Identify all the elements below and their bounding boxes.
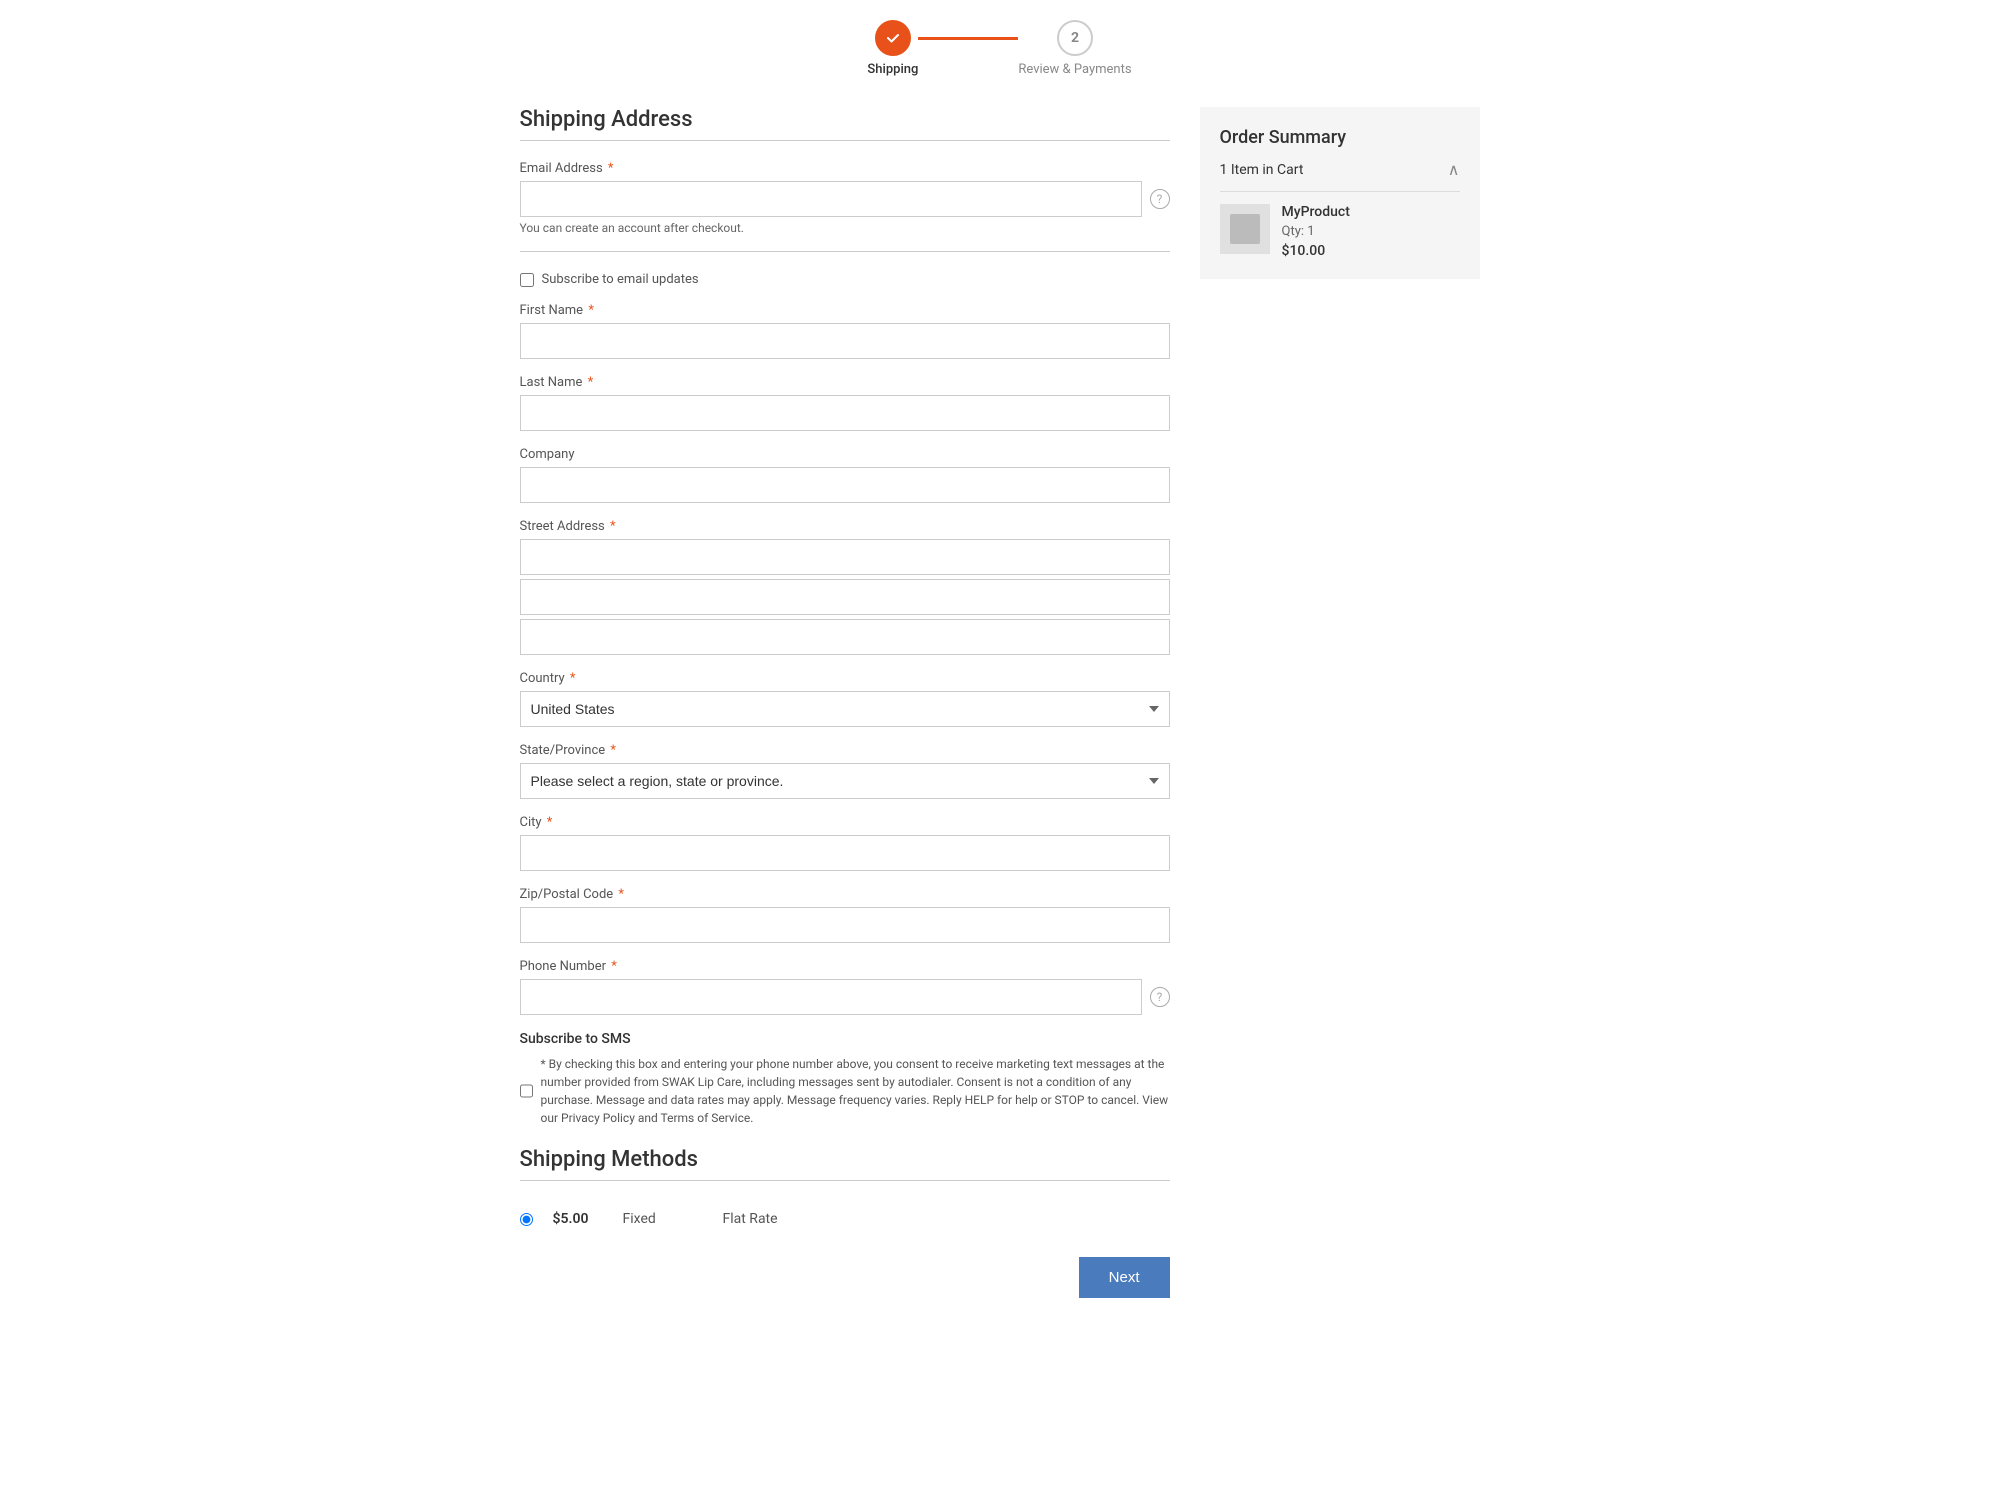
phone-required-marker: * [611,959,617,974]
cart-item-image [1220,204,1270,254]
last-name-required-marker: * [588,375,594,390]
shipping-method-type: Flat Rate [723,1211,778,1227]
first-name-label: First Name * [520,303,1170,318]
email-field-group: Email Address * ? You can create an acco… [520,161,1170,235]
cart-item-name: MyProduct [1282,204,1460,220]
street-input-3[interactable] [520,619,1170,655]
company-label: Company [520,447,1170,462]
step-1-label: Shipping [867,62,918,77]
shipping-method-radio[interactable] [520,1213,533,1226]
sms-checkbox[interactable] [520,1084,533,1098]
state-label: State/Province * [520,743,1170,758]
cart-item-details: MyProduct Qty: 1 $10.00 [1282,204,1460,259]
form-section: Shipping Address Email Address * ? You c… [520,107,1170,1298]
street-input-2[interactable] [520,579,1170,615]
email-required-marker: * [608,161,614,176]
cart-item-qty: Qty: 1 [1282,224,1460,239]
shipping-method-price: $5.00 [553,1211,603,1227]
divider-2 [520,251,1170,252]
sms-section: Subscribe to SMS * By checking this box … [520,1031,1170,1127]
email-label: Email Address * [520,161,1170,176]
order-summary-title: Order Summary [1220,127,1460,148]
street-fields-wrapper [520,539,1170,655]
section-divider [520,140,1170,141]
cart-toggle-icon[interactable]: ∧ [1448,160,1460,179]
phone-label: Phone Number * [520,959,1170,974]
street-field-group: Street Address * [520,519,1170,655]
step-line-1 [918,37,1018,40]
step-2: 2 Review & Payments [1018,20,1131,77]
email-input[interactable] [520,181,1142,217]
subscribe-email-label: Subscribe to email updates [542,272,699,287]
step-1-circle [875,20,911,56]
phone-field-group: Phone Number * ? [520,959,1170,1015]
shipping-methods-title: Shipping Methods [520,1147,1170,1172]
city-label: City * [520,815,1170,830]
company-field-group: Company [520,447,1170,503]
button-row: Next [520,1257,1170,1298]
first-name-field-group: First Name * [520,303,1170,359]
email-help-icon[interactable]: ? [1150,189,1170,209]
step-2-label: Review & Payments [1018,62,1131,77]
state-required-marker: * [610,743,616,758]
country-required-marker: * [570,671,576,686]
last-name-input[interactable] [520,395,1170,431]
cart-header: 1 Item in Cart ∧ [1220,160,1460,192]
section-title: Shipping Address [520,107,1170,132]
first-name-required-marker: * [588,303,594,318]
email-input-wrapper: ? [520,181,1170,217]
city-input[interactable] [520,835,1170,871]
step-2-circle: 2 [1057,20,1093,56]
step-1: Shipping [867,20,918,77]
city-field-group: City * [520,815,1170,871]
cart-item: MyProduct Qty: 1 $10.00 [1220,204,1460,259]
zip-required-marker: * [618,887,624,902]
first-name-input[interactable] [520,323,1170,359]
phone-help-icon[interactable]: ? [1150,987,1170,1007]
subscribe-email-checkbox[interactable] [520,273,534,287]
phone-input[interactable] [520,979,1142,1015]
order-summary: Order Summary 1 Item in Cart ∧ MyProduct… [1200,107,1480,279]
street-input-1[interactable] [520,539,1170,575]
last-name-label: Last Name * [520,375,1170,390]
subscribe-email-row: Subscribe to email updates [520,272,1170,287]
cart-item-image-inner [1230,214,1260,244]
zip-field-group: Zip/Postal Code * [520,887,1170,943]
zip-input[interactable] [520,907,1170,943]
sms-title: Subscribe to SMS [520,1031,1170,1047]
shipping-method-row: $5.00 Fixed Flat Rate [520,1201,1170,1237]
sidebar-section: Order Summary 1 Item in Cart ∧ MyProduct… [1200,107,1480,279]
progress-steps: Shipping 2 Review & Payments [520,20,1480,77]
street-required-marker: * [610,519,616,534]
phone-input-wrapper: ? [520,979,1170,1015]
next-button[interactable]: Next [1079,1257,1170,1298]
country-label: Country * [520,671,1170,686]
sms-checkbox-row: * By checking this box and entering your… [520,1055,1170,1127]
city-required-marker: * [547,815,553,830]
state-select[interactable]: Please select a region, state or provinc… [520,763,1170,799]
country-field-group: Country * United States Canada United Ki… [520,671,1170,727]
country-select[interactable]: United States Canada United Kingdom [520,691,1170,727]
zip-label: Zip/Postal Code * [520,887,1170,902]
state-field-group: State/Province * Please select a region,… [520,743,1170,799]
shipping-method-name: Fixed [623,1211,703,1227]
shipping-methods-divider [520,1180,1170,1181]
last-name-field-group: Last Name * [520,375,1170,431]
sms-text: * By checking this box and entering your… [541,1055,1170,1127]
cart-item-price: $10.00 [1282,243,1460,259]
main-layout: Shipping Address Email Address * ? You c… [520,107,1480,1298]
cart-count: 1 Item in Cart [1220,162,1304,178]
street-label: Street Address * [520,519,1170,534]
company-input[interactable] [520,467,1170,503]
email-hint: You can create an account after checkout… [520,221,1170,235]
